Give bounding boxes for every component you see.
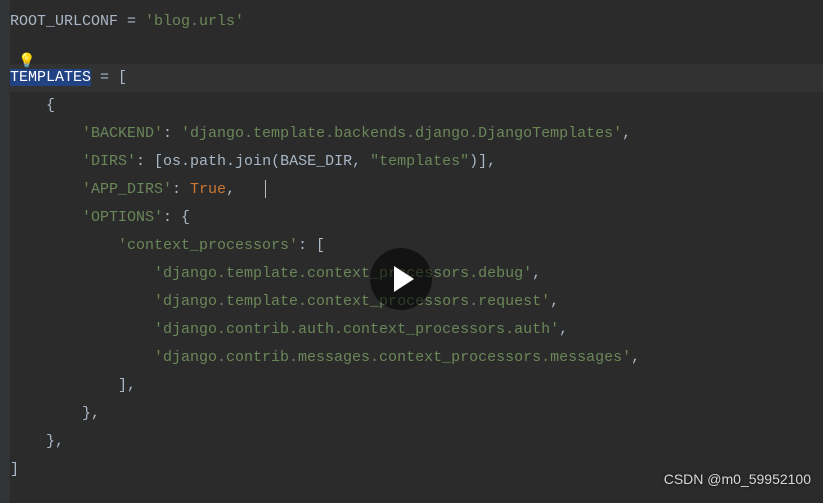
string-literal: "templates" xyxy=(370,153,469,170)
comma: , xyxy=(550,293,559,310)
video-play-button[interactable] xyxy=(370,248,432,310)
bracket: ], xyxy=(10,377,136,394)
brace: }, xyxy=(10,405,100,422)
comma: , xyxy=(532,265,541,282)
code-line[interactable]: 'django.contrib.auth.context_processors.… xyxy=(10,316,823,344)
close-paren: )], xyxy=(469,153,496,170)
colon: : [ xyxy=(298,237,325,254)
variable: ROOT_URLCONF xyxy=(10,13,118,30)
play-icon xyxy=(394,266,414,292)
dict-key: 'APP_DIRS' xyxy=(10,181,172,198)
string-literal: 'blog.urls' xyxy=(145,13,244,30)
comma: , xyxy=(631,349,640,366)
code-line[interactable]: }, xyxy=(10,428,823,456)
comma: , xyxy=(226,181,235,198)
code-line-active[interactable]: TEMPLATES = [ xyxy=(10,64,823,92)
string-literal: 'django.template.backends.django.DjangoT… xyxy=(181,125,622,142)
lightbulb-icon[interactable]: 💡 xyxy=(18,48,35,76)
string-literal: 'django.template.context_processors.debu… xyxy=(10,265,532,282)
code-line[interactable]: ], xyxy=(10,372,823,400)
keyword: True xyxy=(190,181,226,198)
code-line[interactable]: 'BACKEND': 'django.template.backends.dja… xyxy=(10,120,823,148)
dict-key: 'BACKEND' xyxy=(10,125,163,142)
comma: , xyxy=(559,321,568,338)
string-literal: 'django.contrib.messages.context_process… xyxy=(10,349,631,366)
code-line[interactable]: 'django.contrib.messages.context_process… xyxy=(10,344,823,372)
code-line[interactable]: 'OPTIONS': { xyxy=(10,204,823,232)
operator: = [ xyxy=(91,69,127,86)
code-line[interactable]: ROOT_URLCONF = 'blog.urls' xyxy=(10,8,823,36)
text-cursor-icon xyxy=(265,180,266,198)
colon: : { xyxy=(163,209,190,226)
function-call: os.path.join( xyxy=(163,153,280,170)
brace: }, xyxy=(10,433,64,450)
dict-key: 'DIRS' xyxy=(10,153,136,170)
colon: : xyxy=(163,125,181,142)
code-line[interactable]: 'APP_DIRS': True, xyxy=(10,176,823,204)
parameter: BASE_DIR xyxy=(280,153,352,170)
code-line[interactable]: 'DIRS': [os.path.join(BASE_DIR, "templat… xyxy=(10,148,823,176)
watermark-text: CSDN @m0_59952100 xyxy=(664,465,811,493)
operator: = xyxy=(118,13,145,30)
code-line[interactable]: }, xyxy=(10,400,823,428)
code-editor[interactable]: ROOT_URLCONF = 'blog.urls' 💡 TEMPLATES =… xyxy=(0,0,823,484)
bracket: ] xyxy=(10,461,19,478)
code-line[interactable]: { xyxy=(10,92,823,120)
string-literal: 'django.template.context_processors.requ… xyxy=(10,293,550,310)
dict-key: 'context_processors' xyxy=(10,237,298,254)
colon: : [ xyxy=(136,153,163,170)
comma: , xyxy=(622,125,631,142)
string-literal: 'django.contrib.auth.context_processors.… xyxy=(10,321,559,338)
comma: , xyxy=(352,153,370,170)
brace: { xyxy=(10,97,55,114)
colon: : xyxy=(172,181,190,198)
code-line-blank[interactable] xyxy=(10,36,823,64)
dict-key: 'OPTIONS' xyxy=(10,209,163,226)
